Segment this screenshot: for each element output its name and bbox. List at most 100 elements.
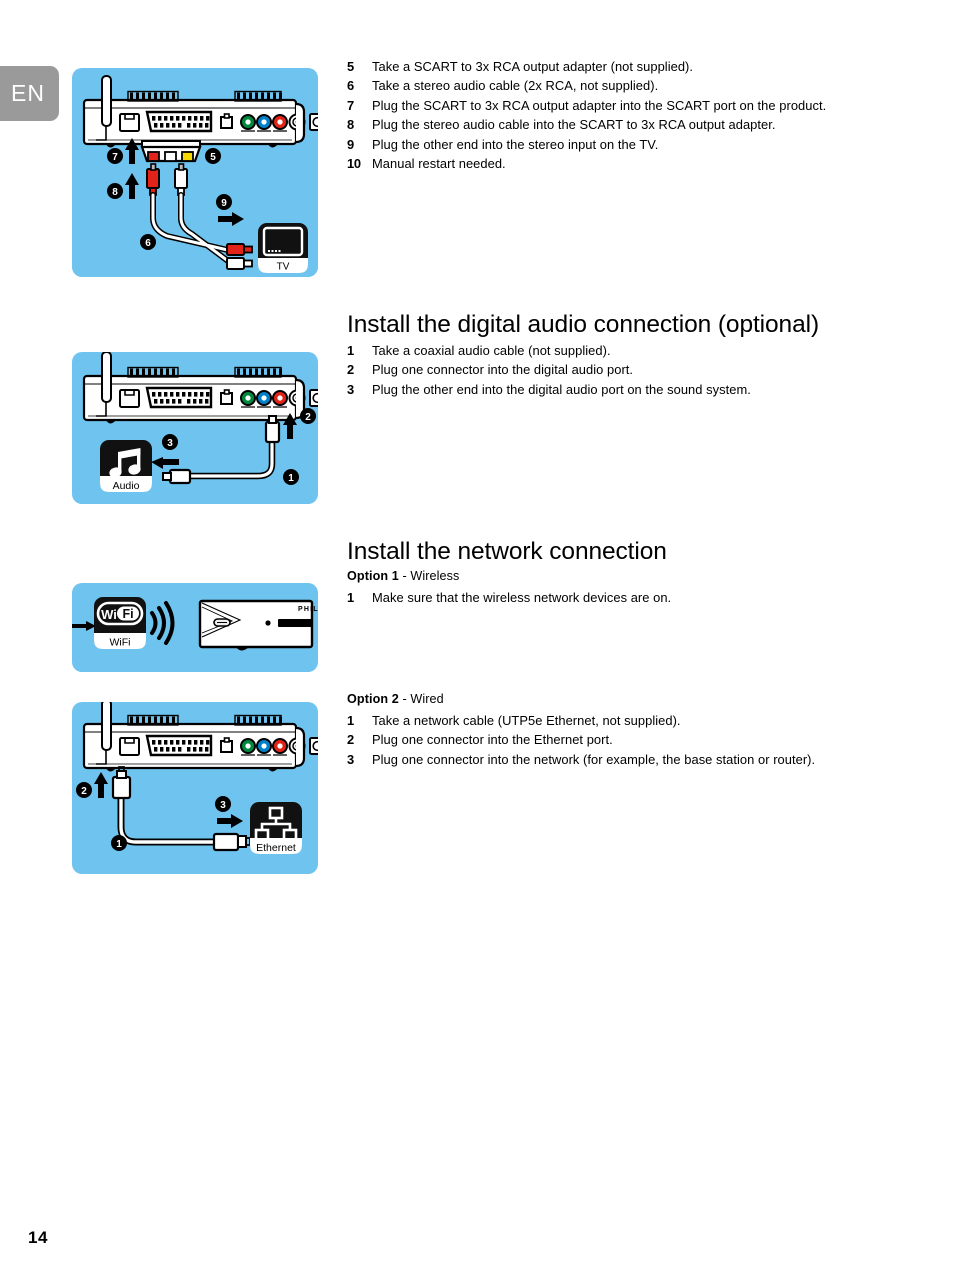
network-topology-icon: Ethernet [250, 802, 302, 854]
arrow-inbound [72, 621, 96, 631]
step-number: 3 [347, 381, 355, 397]
svg-text:3: 3 [220, 800, 226, 811]
step-text: Make sure that the wireless network devi… [372, 590, 672, 605]
rca-plug-tv-red [226, 243, 253, 256]
step-text: Plug the other end into the stereo input… [372, 136, 659, 152]
svg-text:Fi: Fi [122, 607, 133, 621]
step-text: Plug the other end into the digital audi… [372, 381, 751, 397]
device-front-panel: PHILIPS [198, 599, 318, 651]
step-number: 10 [347, 156, 361, 172]
step-number: 6 [347, 78, 355, 94]
svg-text:TV: TV [277, 262, 290, 273]
rj45-plug-device [111, 766, 132, 800]
callout-5: 5 [205, 148, 221, 164]
device-rear-panel [82, 74, 318, 149]
svg-text:6: 6 [145, 238, 151, 249]
list-item: 9 Plug the other end into the stereo inpu… [347, 135, 826, 154]
steps-list-wired: 1 Take a network cable (UTP5e Ethernet, n… [347, 711, 815, 769]
option-2-label: Option 2 - Wired [347, 692, 444, 706]
svg-text:1: 1 [116, 839, 122, 850]
step-text: Plug the SCART to 3x RCA output adapter … [372, 97, 827, 113]
step-number: 1 [347, 713, 355, 728]
music-note-icon: Audio [100, 440, 152, 492]
option-1-bold: Option 1 [347, 569, 399, 583]
rca-plug-red [146, 163, 160, 196]
svg-text:3: 3 [167, 438, 173, 449]
steps-list-digital-audio: 1 Take a coaxial audio cable (not supplie… [347, 341, 751, 399]
diagram-wireless-connection: Wi Fi WiFi PHILIPS [72, 583, 318, 672]
step-number: 3 [347, 751, 355, 767]
step-text: Take a coaxial audio cable (not supplied… [372, 343, 611, 358]
step-number: 5 [347, 59, 355, 74]
list-item: 1 Take a coaxial audio cable (not supplie… [347, 341, 751, 360]
list-item: 2 Plug one connector into the Ethernet po… [347, 730, 815, 749]
arrow-3 [217, 814, 243, 828]
step-number: 7 [347, 97, 355, 113]
steps-list-scart: 5 Take a SCART to 3x RCA output adapter (… [347, 57, 826, 173]
list-item: 1 Make sure that the wireless network dev… [347, 588, 671, 607]
diagram-digital-audio-connection: Audio 2 3 1 [72, 352, 318, 504]
coaxial-cable [180, 440, 276, 480]
step-number: 2 [347, 732, 355, 748]
arrow-9 [218, 212, 244, 226]
svg-text:Audio: Audio [113, 480, 140, 492]
page-title-digital-audio: Install the digital audio connection (op… [347, 311, 819, 338]
list-item: 8 Plug the stereo audio cable into the SC… [347, 115, 826, 134]
svg-text:7: 7 [112, 152, 118, 163]
arrow-3 [151, 457, 179, 469]
tv-icon: TV [258, 223, 308, 273]
rca-plug-tv-white [226, 257, 253, 270]
device-rear-panel [82, 352, 318, 425]
list-item: 2 Plug one connector into the digital aud… [347, 360, 751, 379]
step-text: Plug the stereo audio cable into the SCA… [372, 117, 776, 133]
option-2-bold: Option 2 [347, 692, 399, 706]
step-text: Take a network cable (UTP5e Ethernet, no… [372, 713, 681, 728]
step-number: 1 [347, 590, 355, 605]
callout-1: 1 [283, 469, 299, 485]
callout-3: 3 [162, 434, 178, 450]
callout-2: 2 [300, 408, 316, 424]
svg-text:WiFi: WiFi [110, 637, 131, 649]
step-text: Plug one connector into the Ethernet por… [372, 732, 613, 748]
callout-6: 6 [140, 234, 156, 250]
list-item: 3 Plug the other end into the digital aud… [347, 380, 751, 399]
svg-text:8: 8 [112, 187, 118, 198]
option-2-rest: - Wired [398, 692, 444, 706]
callout-7: 7 [107, 148, 123, 164]
page-number: 14 [28, 1228, 48, 1247]
wifi-signal-waves [150, 601, 175, 645]
language-tab: EN [0, 66, 59, 121]
list-item: 5 Take a SCART to 3x RCA output adapter (… [347, 57, 826, 76]
diagram-scart-connection: TV 7 5 8 9 6 [72, 68, 318, 277]
svg-text:2: 2 [305, 412, 311, 423]
callout-1: 1 [111, 835, 127, 851]
step-number: 8 [347, 117, 355, 133]
step-text: Take a stereo audio cable (2x RCA, not s… [372, 78, 659, 94]
ethernet-cable [117, 793, 224, 846]
step-number: 1 [347, 343, 355, 358]
svg-text:Ethernet: Ethernet [256, 842, 296, 854]
step-text: Plug one connector into the digital audi… [372, 362, 634, 378]
device-rear-panel [82, 702, 318, 773]
language-tab-label: EN [11, 80, 45, 106]
list-item: 6 Take a stereo audio cable (2x RCA, not … [347, 76, 826, 95]
step-text: Plug one connector into the network (for… [372, 751, 816, 767]
scart-to-rca-adapter [140, 140, 202, 163]
svg-text:9: 9 [221, 198, 227, 209]
option-1-label: Option 1 - Wireless [347, 569, 459, 583]
rj45-plug-network [212, 832, 251, 852]
steps-list-wireless: 1 Make sure that the wireless network dev… [347, 588, 671, 607]
list-item: 1 Take a network cable (UTP5e Ethernet, n… [347, 711, 815, 730]
arrow-8 [125, 173, 139, 199]
svg-text:Wi: Wi [101, 607, 117, 622]
callout-8: 8 [107, 183, 123, 199]
rca-plug-white [174, 163, 188, 196]
page-title-network: Install the network connection [347, 538, 667, 565]
list-item: 7 Plug the SCART to 3x RCA output adapter… [347, 96, 826, 115]
step-text: Take a SCART to 3x RCA output adapter (n… [372, 59, 694, 74]
wifi-icon: Wi Fi WiFi [94, 597, 146, 649]
svg-text:2: 2 [81, 786, 87, 797]
list-item: 10 Manual restart needed. [347, 154, 826, 173]
svg-text:5: 5 [210, 152, 216, 163]
callout-9: 9 [216, 194, 232, 210]
